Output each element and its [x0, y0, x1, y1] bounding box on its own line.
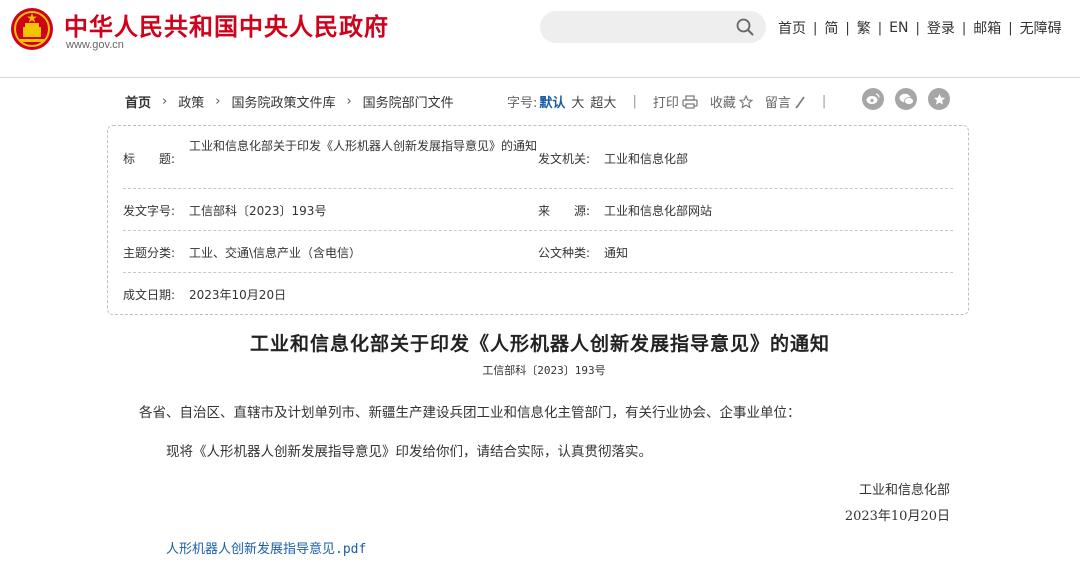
pencil-icon: [795, 96, 805, 108]
site-domain: www.gov.cn: [66, 39, 124, 51]
page-tools: 字号: 默认 大 超大 | 打印 收藏 留言 |: [507, 92, 842, 111]
metadata-row-title: 标 题: 工业和信息化部关于印发《人形机器人创新发展指导意见》的通知 发文机关:…: [123, 126, 953, 189]
site-name[interactable]: 中华人民共和国中央人民政府: [64, 7, 389, 42]
top-nav: 首页 | 简 | 繁 | EN | 登录 | 邮箱 | 无障碍: [778, 18, 1062, 38]
breadcrumb-toolbar-row: 首页 › 政策 › 国务院政策文件库 › 国务院部门文件 字号: 默认 大 超大…: [0, 88, 1080, 114]
title-value: 工业和信息化部关于印发《人形机器人创新发展指导意见》的通知: [189, 139, 538, 153]
nav-login[interactable]: 登录: [927, 18, 955, 38]
category-value: 工业、交通\信息产业（含电信）: [189, 246, 362, 260]
metadata-row-date: 成文日期: 2023年10月20日: [123, 273, 953, 313]
wechat-icon[interactable]: [895, 88, 917, 110]
nav-separator: |: [845, 20, 850, 36]
doc-number-label: 发文字号:: [123, 204, 176, 218]
date-value: 2023年10月20日: [189, 288, 287, 302]
nav-separator: |: [961, 20, 967, 36]
salutation-paragraph: 各省、自治区、直辖市及计划单列市、新疆生产建设兵团工业和信息化主管部门，有关行业…: [139, 405, 801, 421]
nav-mail[interactable]: 邮箱: [973, 18, 1001, 38]
font-size-large[interactable]: 大: [571, 92, 584, 111]
metadata-row-category: 主题分类: 工业、交通\信息产业（含电信） 公文种类: 通知: [123, 231, 953, 273]
nav-home[interactable]: 首页: [778, 18, 806, 38]
category-label: 主题分类:: [123, 246, 176, 260]
tool-divider: |: [821, 94, 827, 109]
breadcrumb-policy[interactable]: 政策: [178, 92, 204, 111]
search-input[interactable]: [540, 11, 766, 43]
sign-date: 2023年10月20日: [844, 509, 950, 524]
nav-separator: |: [915, 20, 920, 36]
body-paragraph: 现将《人形机器人创新发展指导意见》印发给你们，请结合实际，认真贯彻落实。: [166, 444, 652, 460]
document-metadata-box: 标 题: 工业和信息化部关于印发《人形机器人创新发展指导意见》的通知 发文机关:…: [107, 125, 969, 315]
issuer-label: 发文机关:: [538, 152, 591, 166]
document-title: 工业和信息化部关于印发《人形机器人创新发展指导意见》的通知: [249, 333, 830, 355]
title-label: 标 题:: [123, 152, 176, 166]
chevron-right-icon: ›: [346, 94, 352, 109]
doc-type-value: 通知: [604, 246, 629, 260]
favorite-button[interactable]: 收藏: [710, 92, 753, 111]
breadcrumb-home[interactable]: 首页: [125, 92, 151, 111]
nav-english[interactable]: EN: [889, 20, 908, 36]
font-size-default[interactable]: 默认: [539, 92, 565, 111]
search-icon[interactable]: [736, 18, 754, 36]
printer-icon: [682, 94, 698, 109]
metadata-row-docno: 发文字号: 工信部科〔2023〕193号 来 源: 工业和信息化部网站: [123, 189, 953, 231]
nav-accessibility[interactable]: 无障碍: [1020, 18, 1062, 38]
star-icon[interactable]: [928, 88, 950, 110]
signer: 工业和信息化部: [858, 483, 950, 498]
breadcrumb-policy-library[interactable]: 国务院政策文件库: [231, 92, 335, 111]
tool-divider: |: [632, 94, 637, 109]
nav-separator: |: [813, 20, 818, 36]
national-emblem-icon[interactable]: [10, 7, 54, 51]
doc-number-value: 工信部科〔2023〕193号: [189, 204, 327, 218]
comment-label: 留言: [764, 96, 791, 111]
date-label: 成文日期:: [123, 288, 176, 302]
site-header: 中华人民共和国中央人民政府 www.gov.cn 首页 | 简 | 繁 | EN…: [0, 0, 1080, 78]
share-buttons: [862, 88, 961, 110]
breadcrumb: 首页 › 政策 › 国务院政策文件库 › 国务院部门文件: [125, 92, 454, 111]
star-outline-icon: [738, 94, 753, 109]
issuer-value: 工业和信息化部: [604, 152, 689, 166]
source-label: 来 源:: [538, 204, 591, 218]
doc-type-label: 公文种类:: [538, 246, 591, 260]
nav-separator: |: [877, 20, 883, 36]
chevron-right-icon: ›: [215, 94, 221, 109]
chevron-right-icon: ›: [162, 94, 168, 109]
print-button[interactable]: 打印: [653, 92, 698, 111]
font-size-xlarge[interactable]: 超大: [590, 92, 616, 111]
comment-button[interactable]: 留言: [765, 92, 806, 111]
weibo-icon[interactable]: [862, 88, 884, 110]
nav-separator: |: [1008, 20, 1013, 36]
breadcrumb-dept-docs[interactable]: 国务院部门文件: [363, 92, 454, 111]
document-number: 工信部科〔2023〕193号: [482, 364, 606, 377]
attachment-link[interactable]: 人形机器人创新发展指导意见.pdf: [166, 538, 366, 557]
font-size-label: 字号:: [507, 96, 538, 111]
nav-simplified[interactable]: 简: [824, 18, 838, 38]
nav-traditional[interactable]: 繁: [857, 18, 871, 38]
favorite-label: 收藏: [709, 96, 736, 111]
source-value: 工业和信息化部网站: [604, 204, 713, 218]
print-label: 打印: [652, 96, 679, 111]
